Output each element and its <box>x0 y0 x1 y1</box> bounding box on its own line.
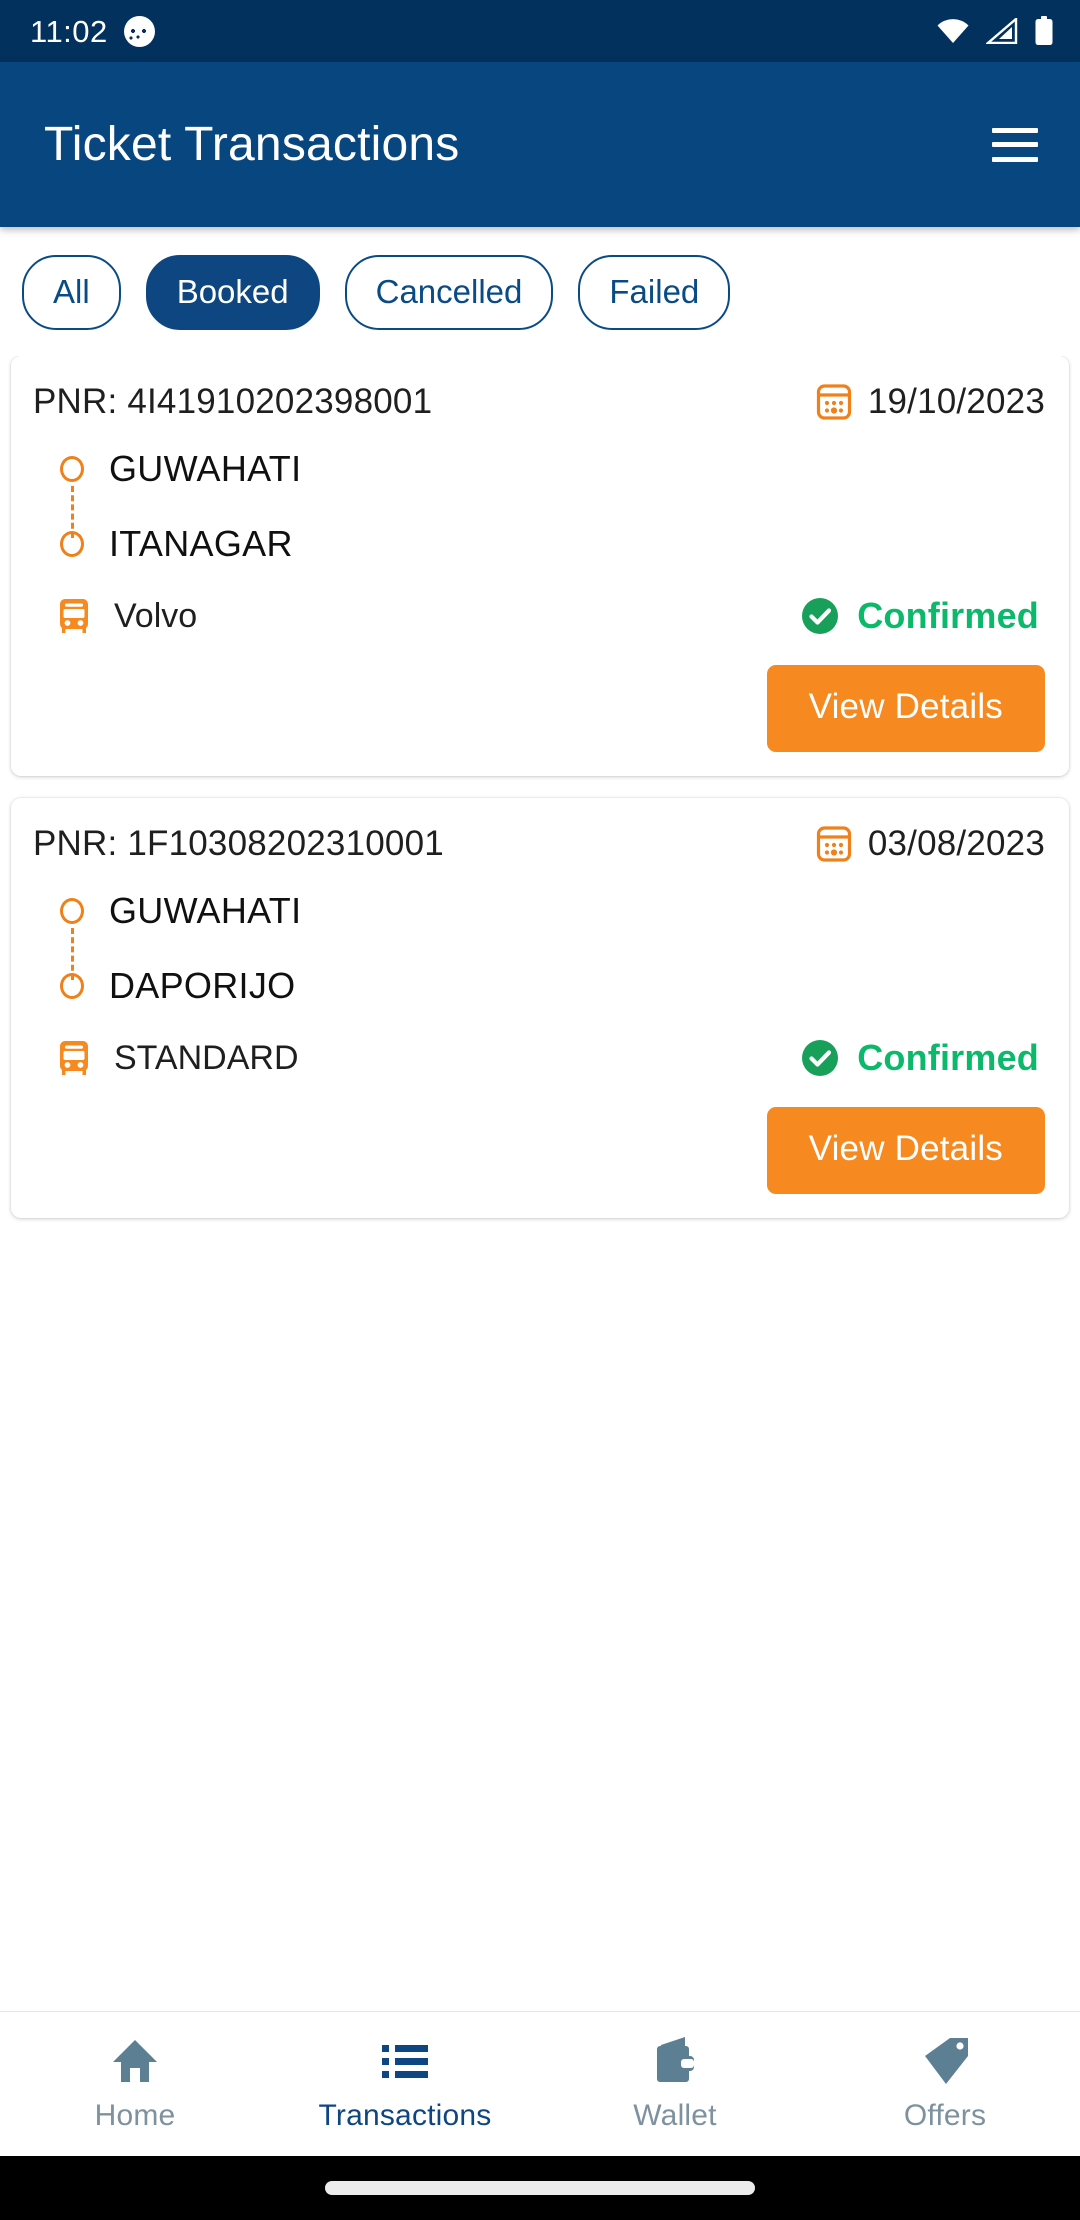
journey-date: 03/08/2023 <box>816 824 1045 864</box>
service-name: STANDARD <box>114 1038 299 1077</box>
view-details-button[interactable]: View Details <box>766 665 1045 752</box>
hamburger-menu-icon[interactable] <box>992 127 1038 162</box>
card-actions: View Details <box>33 1107 1045 1194</box>
filter-chip-failed[interactable]: Failed <box>578 255 731 330</box>
date-text: 19/10/2023 <box>867 382 1045 421</box>
koala-app-icon <box>123 15 155 47</box>
status-bar: 11:02 <box>0 0 1080 62</box>
service-status-row: Volvo Confirmed <box>57 595 1045 637</box>
pnr-label: PNR: 1F10308202310001 <box>33 824 444 863</box>
route-origin: GUWAHATI <box>60 448 1045 490</box>
service-info: STANDARD <box>57 1039 299 1078</box>
wifi-icon <box>936 18 970 44</box>
pnr-label: PNR: 4I41910202398001 <box>33 382 433 421</box>
cellular-signal-icon <box>986 18 1018 44</box>
list-icon <box>380 2035 430 2087</box>
status-bar-right <box>936 16 1054 46</box>
origin-dot-icon <box>60 456 84 482</box>
route-timeline: GUWAHATI DAPORIJO <box>60 890 1045 1007</box>
home-icon <box>110 2035 160 2087</box>
status-badge: Confirmed <box>800 1037 1045 1079</box>
home-indicator[interactable] <box>325 2181 755 2195</box>
status-bar-left: 11:02 <box>30 13 155 49</box>
route-timeline: GUWAHATI ITANAGAR <box>60 448 1045 565</box>
filter-chip-all[interactable]: All <box>22 255 121 330</box>
transaction-card[interactable]: PNR: 1F10308202310001 03/08/2023 GUWAHAT… <box>11 798 1069 1218</box>
status-text: Confirmed <box>857 1037 1039 1078</box>
calendar-icon <box>816 383 852 421</box>
bus-icon <box>57 598 91 634</box>
route-dashed-connector <box>71 928 74 980</box>
status-badge: Confirmed <box>800 595 1045 637</box>
route-destination: DAPORIJO <box>60 965 1045 1007</box>
route-destination: ITANAGAR <box>60 523 1045 565</box>
status-bar-clock: 11:02 <box>30 13 108 49</box>
nav-label-home: Home <box>94 2099 176 2132</box>
nav-item-transactions[interactable]: Transactions <box>270 2035 540 2133</box>
nav-label-wallet: Wallet <box>633 2099 717 2132</box>
app-bar: Ticket Transactions <box>0 62 1080 227</box>
nav-item-offers[interactable]: Offers <box>810 2035 1080 2133</box>
check-circle-icon <box>800 1038 840 1078</box>
view-details-button[interactable]: View Details <box>766 1107 1045 1194</box>
status-text: Confirmed <box>857 595 1039 636</box>
service-info: Volvo <box>57 597 197 636</box>
check-circle-icon <box>800 596 840 636</box>
origin-dot-icon <box>60 898 84 924</box>
nav-label-transactions: Transactions <box>318 2099 492 2132</box>
filter-chip-cancelled[interactable]: Cancelled <box>344 255 554 330</box>
card-actions: View Details <box>33 665 1045 752</box>
card-header: PNR: 4I41910202398001 19/10/2023 <box>33 382 1045 422</box>
system-gesture-bar <box>0 2156 1080 2220</box>
date-text: 03/08/2023 <box>867 824 1045 863</box>
bus-icon <box>57 1040 91 1076</box>
nav-item-wallet[interactable]: Wallet <box>540 2035 810 2133</box>
destination-name: ITANAGAR <box>109 523 293 564</box>
transaction-card[interactable]: PNR: 4I41910202398001 19/10/2023 GUWAHAT… <box>11 356 1069 776</box>
transaction-list: PNR: 4I41910202398001 19/10/2023 GUWAHAT… <box>0 356 1080 2011</box>
journey-date: 19/10/2023 <box>816 382 1045 422</box>
route-dashed-connector <box>71 486 74 538</box>
calendar-icon <box>816 825 852 863</box>
tag-icon <box>920 2035 970 2087</box>
hamburger-line <box>992 156 1038 162</box>
hamburger-line <box>992 127 1038 133</box>
card-header: PNR: 1F10308202310001 03/08/2023 <box>33 824 1045 864</box>
battery-icon <box>1034 16 1054 46</box>
wallet-icon <box>649 2035 701 2087</box>
nav-label-offers: Offers <box>903 2099 987 2132</box>
route-origin: GUWAHATI <box>60 890 1045 932</box>
service-status-row: STANDARD Confirmed <box>57 1037 1045 1079</box>
hamburger-line <box>992 142 1038 147</box>
origin-name: GUWAHATI <box>109 890 302 931</box>
destination-name: DAPORIJO <box>109 965 296 1006</box>
origin-name: GUWAHATI <box>109 448 302 489</box>
filter-chip-row: All Booked Cancelled Failed <box>0 227 1080 356</box>
service-name: Volvo <box>114 596 198 635</box>
filter-chip-booked[interactable]: Booked <box>145 255 320 330</box>
app-screen: 11:02 Ticket Transactions All Booked Can… <box>0 0 1080 2220</box>
bottom-navigation: Home Transactions Wallet Offers <box>0 2011 1080 2156</box>
nav-item-home[interactable]: Home <box>0 2035 270 2133</box>
page-title: Ticket Transactions <box>44 118 460 171</box>
